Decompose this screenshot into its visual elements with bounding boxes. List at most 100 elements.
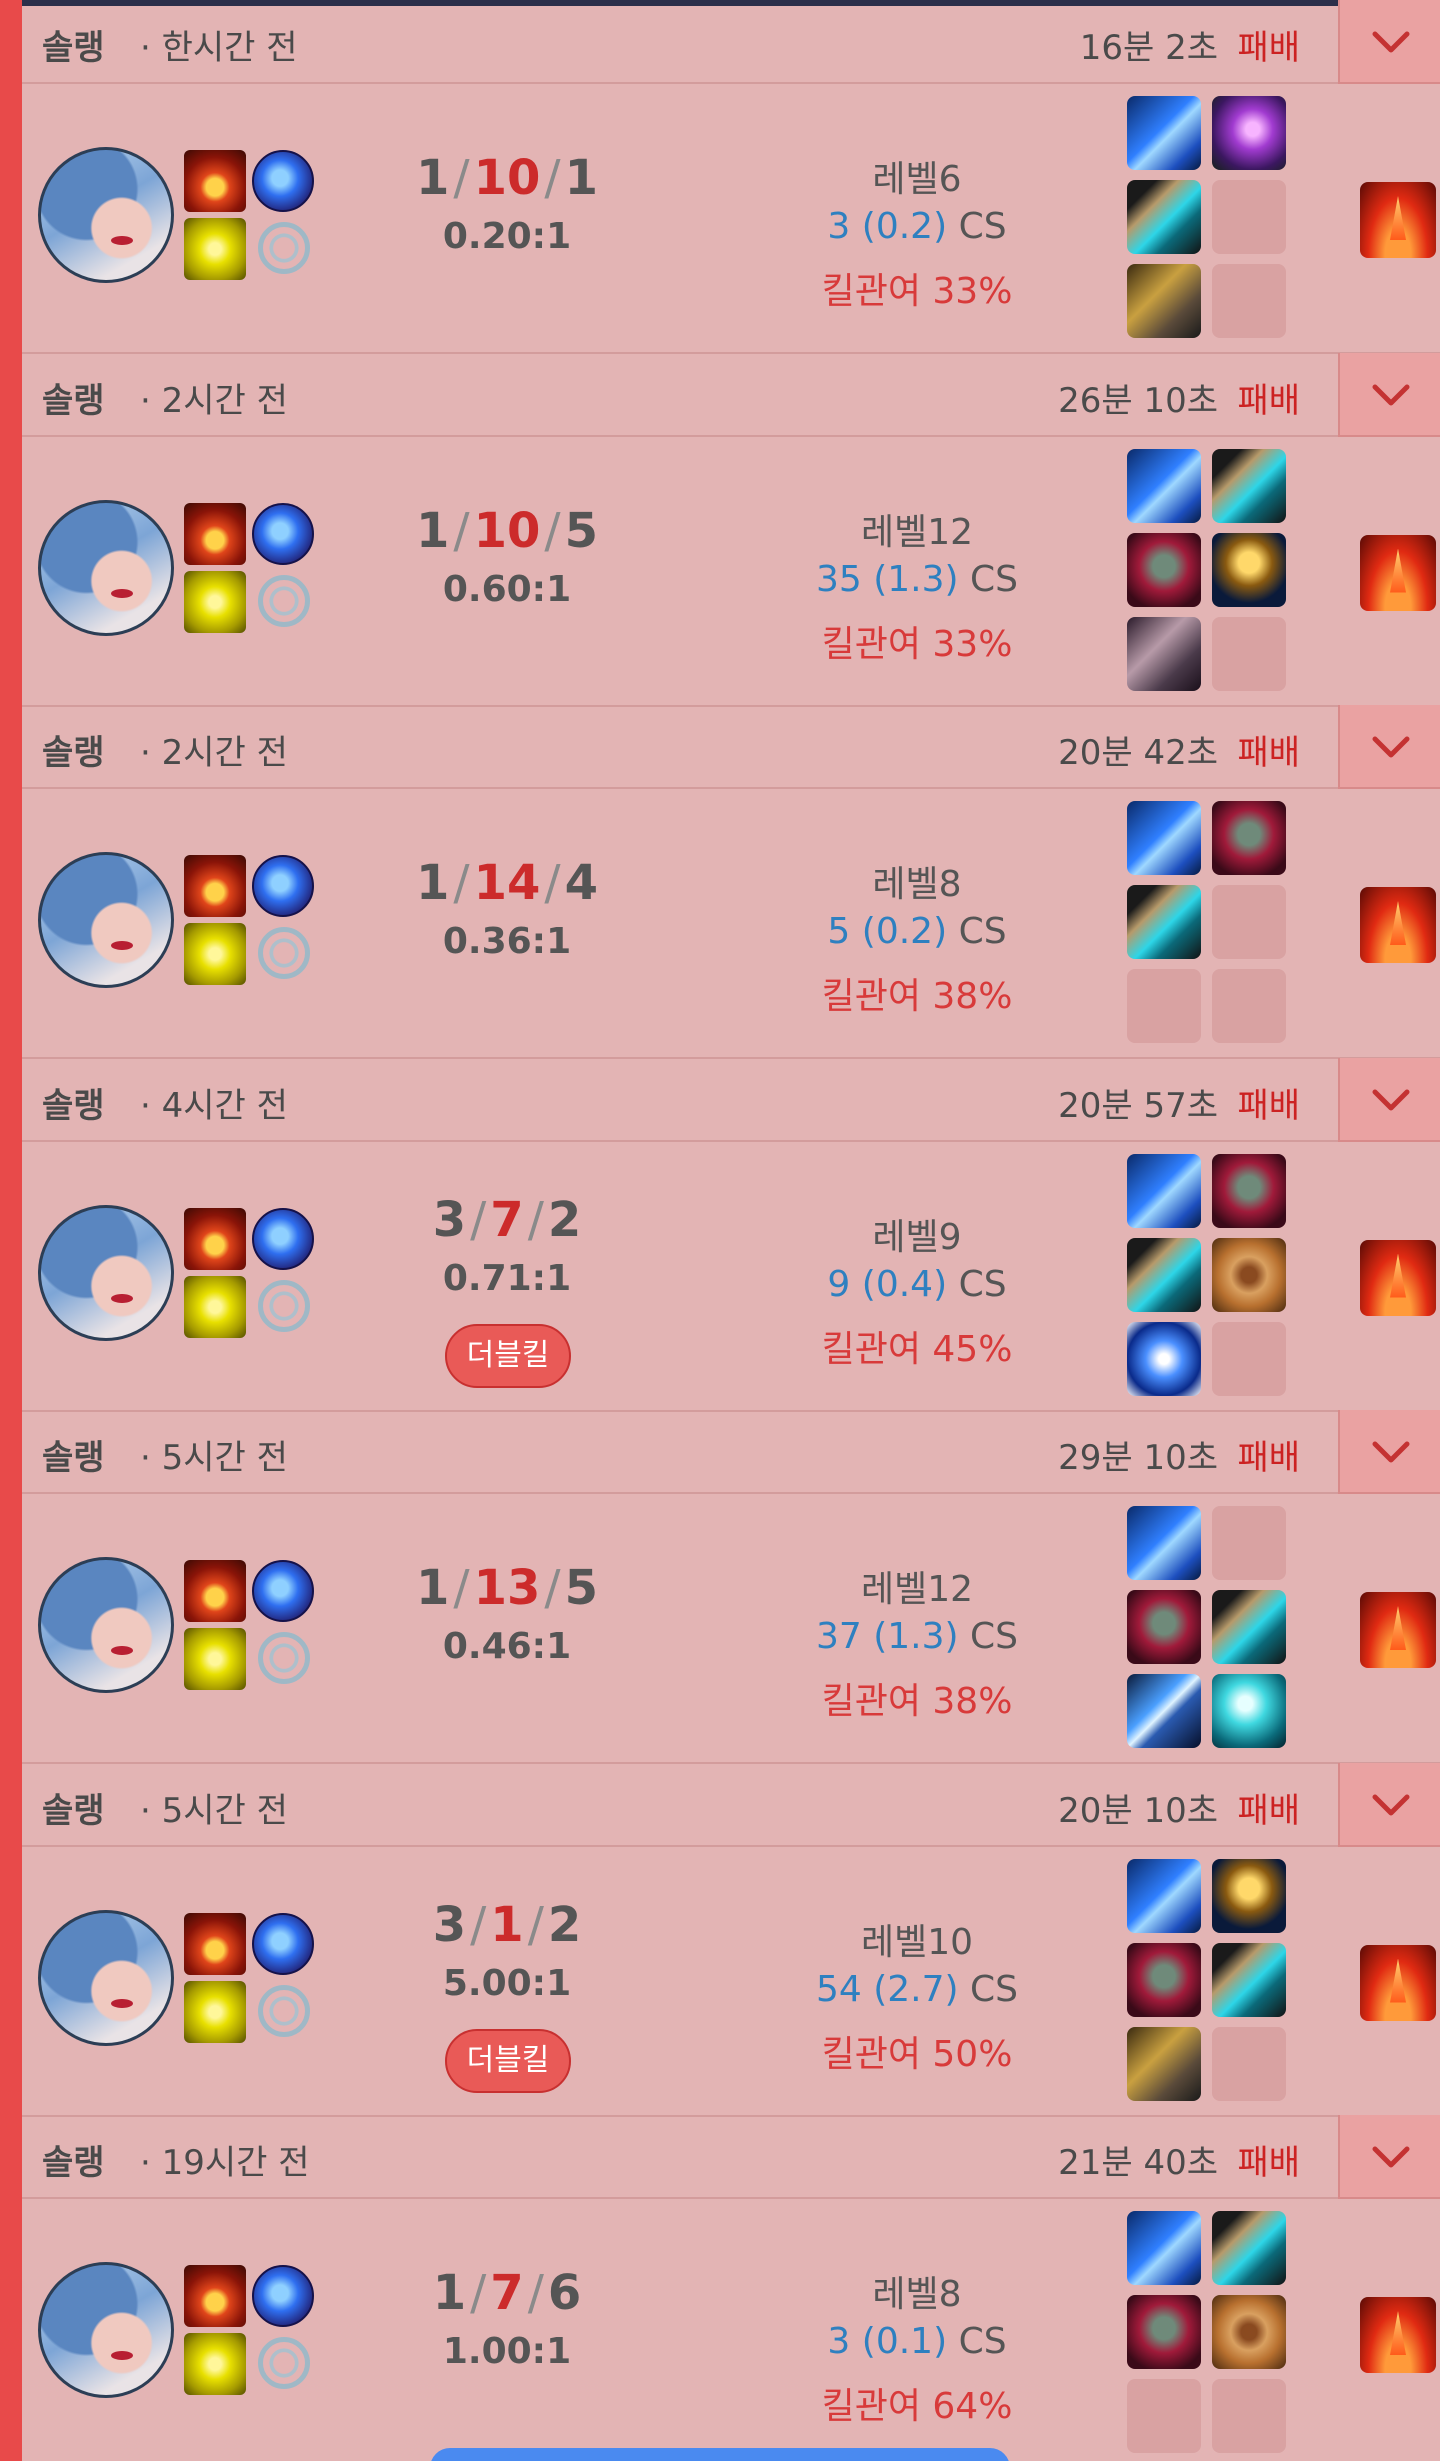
cup-item-icon[interactable] [1212,532,1286,607]
expand-button[interactable] [1338,0,1440,84]
cs-stat: 5 (0.2) CS [742,911,1092,952]
primary-rune-icon [252,1207,314,1270]
gem-item-icon[interactable] [1127,616,1201,691]
gold-chest-item-icon[interactable] [1127,264,1201,338]
ward-trinket-icon[interactable] [1360,1592,1436,1668]
empty-item-slot[interactable] [1212,1321,1286,1396]
kda: 1/14/4 [416,855,598,911]
blue-sword-item-icon[interactable] [1127,448,1201,523]
cs-value: 37 (1.3) [815,1616,959,1657]
match-row[interactable]: 솔랭 · 5시간 전 29분 10초 패배 1/13/5 0.46:1 레벨12 [22,1410,1440,1764]
empty-item-slot[interactable] [1212,969,1286,1043]
time-ago: · 한시간 전 [140,28,298,68]
kills: 1 [432,2265,467,2321]
boots-item-icon[interactable] [1127,1237,1201,1312]
expand-button[interactable] [1338,352,1440,437]
armor-item-icon[interactable] [1127,1942,1201,2017]
empty-item-slot[interactable] [1212,2379,1286,2453]
kill-participation: 킬관여 50% [821,2033,1013,2075]
empty-item-slot[interactable] [1212,1506,1286,1580]
expand-button[interactable] [1338,1762,1440,1847]
ghost-spell-icon [184,570,246,633]
empty-item-slot[interactable] [1212,2026,1286,2101]
ward-trinket-icon[interactable] [1360,534,1436,611]
secondary-rune-icon [258,1984,310,2037]
secondary-rune-icon [258,927,310,979]
floating-button[interactable] [430,2448,1010,2461]
champion-portrait[interactable] [38,147,174,283]
boots-item-icon[interactable] [1212,1590,1286,1664]
flash-ignite-spell-icon [184,2265,246,2327]
deaths: 13 [473,1560,541,1616]
champion-portrait[interactable] [38,1204,174,1341]
deaths: 7 [490,2265,524,2321]
orb-item-icon[interactable] [1212,1674,1286,1748]
blue-sword-item-icon[interactable] [1127,1506,1201,1580]
deaths: 7 [490,1191,524,1248]
sword-item-icon[interactable] [1127,1674,1201,1748]
kda-ratio: 1.00:1 [442,2331,572,2372]
primary-rune-icon [252,2265,314,2327]
cs-stat: 37 (1.3) CS [742,1616,1092,1657]
match-row[interactable]: 솔랭 · 4시간 전 20분 57초 패배 3/7/2 0.71:1 더블킬 레… [22,1057,1440,1412]
cup-item-icon[interactable] [1212,1858,1286,1933]
blue-sword-item-icon[interactable] [1127,801,1201,875]
champion-portrait[interactable] [38,852,174,988]
match-body: 1/10/1 0.20:1 레벨6 3 (0.2) CS 킬관여 33% [22,84,1440,354]
empty-item-slot[interactable] [1212,180,1286,254]
kda-ratio: 0.20:1 [442,216,572,257]
match-row[interactable]: 솔랭 · 19시간 전 21분 40초 패배 1/7/6 1.00:1 레벨8 [22,2115,1440,2461]
gold-chest-item-icon[interactable] [1127,2026,1201,2101]
armor-item-icon[interactable] [1212,1153,1286,1228]
kda-ratio: 0.71:1 [442,1257,572,1299]
armor-item-icon[interactable] [1212,801,1286,875]
primary-rune-icon [252,1560,314,1622]
champion-portrait[interactable] [38,1909,174,2046]
secondary-rune-icon [258,1279,310,1332]
blue-sword-item-icon[interactable] [1127,1858,1201,1933]
empty-item-slot[interactable] [1127,969,1201,1043]
match-row[interactable]: 솔랭 · 2시간 전 20분 42초 패배 1/14/4 0.36:1 레벨8 [22,705,1440,1059]
kda: 1/13/5 [416,1560,598,1616]
empty-item-slot[interactable] [1212,264,1286,338]
champion-portrait[interactable] [38,499,174,636]
cookie-item-icon[interactable] [1212,2295,1286,2369]
armor-item-icon[interactable] [1127,532,1201,607]
armor-item-icon[interactable] [1127,1590,1201,1664]
ward-trinket-icon[interactable] [1360,887,1436,963]
blue-sword-item-icon[interactable] [1127,1153,1201,1228]
empty-item-slot[interactable] [1212,616,1286,691]
game-duration: 20분 57초 [1058,1085,1218,1126]
boots-item-icon[interactable] [1212,1942,1286,2017]
cookie-item-icon[interactable] [1212,1237,1286,1312]
boots-item-icon[interactable] [1127,885,1201,959]
purple-gem-item-icon[interactable] [1212,96,1286,170]
boots-item-icon[interactable] [1212,448,1286,523]
match-row[interactable]: 솔랭 · 2시간 전 26분 10초 패배 1/10/5 0.60:1 레벨12 [22,352,1440,707]
expand-button[interactable] [1338,2115,1440,2199]
armor-item-icon[interactable] [1127,2295,1201,2369]
ward-trinket-icon[interactable] [1360,1944,1436,2021]
expand-button[interactable] [1338,705,1440,789]
ward-trinket-icon[interactable] [1360,182,1436,258]
ward-trinket-icon[interactable] [1360,2297,1436,2373]
empty-item-slot[interactable] [1127,2379,1201,2453]
boots-item-icon[interactable] [1212,2211,1286,2285]
champion-portrait[interactable] [38,2262,174,2398]
blue-sword-item-icon[interactable] [1127,96,1201,170]
empty-item-slot[interactable] [1212,885,1286,959]
boots-item-icon[interactable] [1127,180,1201,254]
kills: 3 [432,1191,467,1248]
sapphire-item-icon[interactable] [1127,1321,1201,1396]
match-row[interactable]: 솔랭 · 5시간 전 20분 10초 패배 3/1/2 5.00:1 더블킬 레… [22,1762,1440,2117]
cs-stat: 9 (0.4) CS [742,1264,1092,1305]
cs-value: 3 (0.2) [827,206,948,247]
ward-trinket-icon[interactable] [1360,1239,1436,1316]
chevron-down-icon [1372,1089,1410,1110]
expand-button[interactable] [1338,1410,1440,1494]
match-row[interactable]: 솔랭 · 한시간 전 16분 2초 패배 1/10/1 0.20:1 레벨6 3… [22,0,1440,354]
expand-button[interactable] [1338,1057,1440,1142]
champion-portrait[interactable] [38,1557,174,1693]
match-header: 솔랭 · 2시간 전 26분 10초 패배 [22,352,1440,437]
blue-sword-item-icon[interactable] [1127,2211,1201,2285]
